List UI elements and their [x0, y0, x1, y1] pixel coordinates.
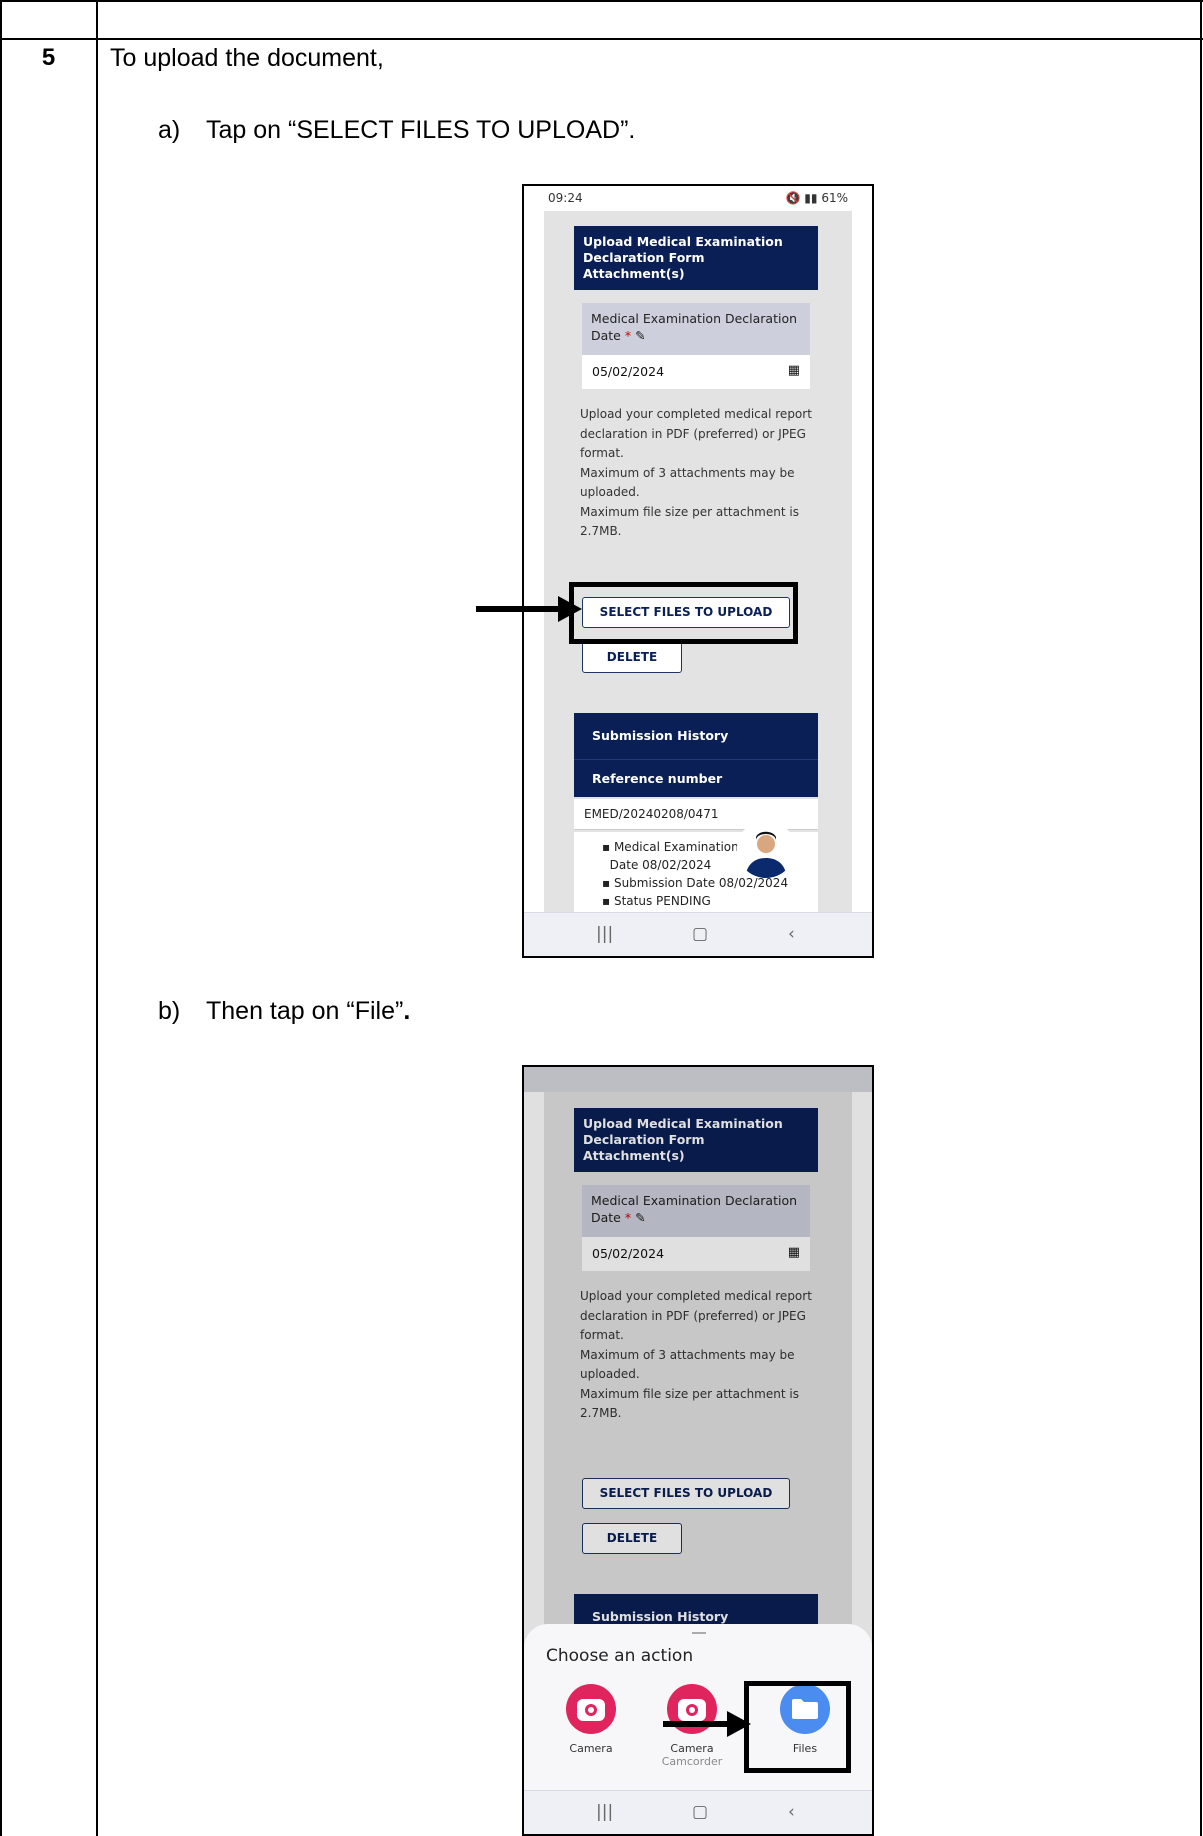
highlight-select-files	[569, 582, 798, 644]
highlight-files	[744, 1681, 851, 1773]
substep-b-text: Then tap on “File”	[206, 997, 404, 1025]
list-item: ▪ Status PENDING	[602, 894, 711, 908]
list-item: ▪ Submission Date 08/02/2024	[602, 876, 789, 890]
android-nav-bar: ||| ▢ ‹	[524, 912, 872, 956]
recents-icon[interactable]: |||	[596, 1802, 613, 1822]
date-input[interactable]: 05/02/2024 ▦	[582, 355, 810, 389]
avatar-icon	[737, 820, 795, 878]
camcorder-app-label: Camera	[670, 1742, 714, 1755]
home-icon[interactable]: ▢	[692, 924, 708, 944]
table-column-divider	[96, 0, 98, 1836]
status-time: 09:24	[548, 191, 583, 205]
table-row-divider	[0, 38, 1203, 40]
home-icon[interactable]: ▢	[692, 1802, 708, 1822]
substep-b: b) Then tap on “File”.	[158, 997, 410, 1026]
substep-a-text: Tap on “SELECT FILES TO UPLOAD”.	[206, 116, 636, 144]
sheet-title: Choose an action	[546, 1646, 694, 1666]
android-nav-bar: ||| ▢ ‹	[524, 1790, 872, 1834]
step-intro: To upload the document,	[110, 44, 384, 72]
table-border-right	[1200, 0, 1202, 1836]
submission-history-header: Submission History Reference number	[574, 713, 818, 797]
pointer-arrow-a	[476, 596, 582, 622]
assistant-avatar[interactable]	[737, 820, 795, 878]
reference-number-header: Reference number	[574, 759, 818, 797]
status-bar: 09:24 🔇 ▮▮ 61%	[524, 186, 872, 211]
substep-b-label: b)	[158, 997, 181, 1025]
back-icon[interactable]: ‹	[788, 1802, 795, 1822]
upload-instructions: Upload your completed medical report dec…	[580, 407, 812, 538]
step-number: 5	[41, 44, 56, 71]
camcorder-app-sublabel: Camcorder	[661, 1755, 723, 1768]
recents-icon[interactable]: |||	[596, 924, 613, 944]
substep-a: a) Tap on “SELECT FILES TO UPLOAD”.	[158, 116, 635, 145]
status-battery: 🔇 ▮▮ 61%	[785, 191, 848, 205]
required-marker: *	[624, 328, 632, 343]
table-border-top	[0, 0, 1203, 2]
camera-icon	[566, 1684, 616, 1734]
pencil-icon: ✎	[635, 328, 646, 343]
back-icon[interactable]: ‹	[788, 924, 795, 944]
camera-app-label: Camera	[569, 1742, 613, 1755]
substep-b-period: .	[403, 997, 411, 1025]
delete-button[interactable]: DELETE	[582, 642, 682, 673]
date-value: 05/02/2024	[592, 364, 665, 379]
substep-a-label: a)	[158, 116, 181, 144]
calendar-icon[interactable]: ▦	[788, 363, 800, 378]
pointer-arrow-b	[663, 1711, 751, 1737]
instruction-table: 5 To upload the document, a) Tap on “SELE…	[0, 0, 1203, 1836]
phone-screenshot-a: 09:24 🔇 ▮▮ 61% Upload Medical Examinatio…	[522, 184, 874, 958]
date-field-label: Medical Examination Declaration Date * ✎	[582, 303, 810, 355]
table-border-left	[0, 0, 2, 1836]
upload-card-header: Upload Medical Examination Declaration F…	[574, 226, 818, 290]
sheet-handle[interactable]	[692, 1632, 706, 1634]
camera-app-option[interactable]: Camera	[556, 1684, 626, 1755]
